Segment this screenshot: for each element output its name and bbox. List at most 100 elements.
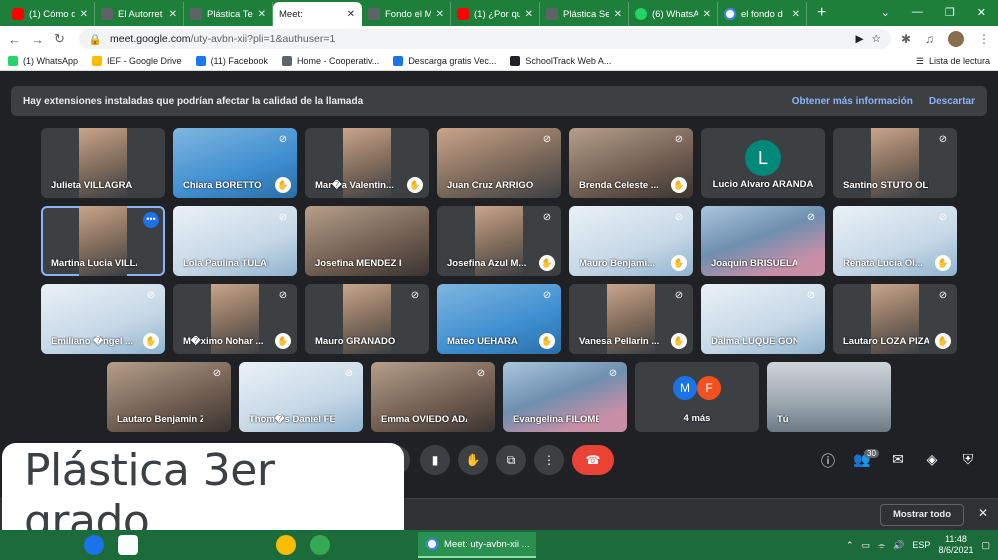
participant-avatar: L (745, 140, 781, 176)
browser-tab[interactable]: (1) Cómo d ✕ (6, 2, 95, 26)
participant-tile[interactable]: Juan Cruz ARRIGO... ⊘ (437, 128, 561, 198)
close-tab-icon[interactable]: ✕ (436, 9, 444, 20)
participant-tile[interactable]: Santino STUTO OLIVA ⊘ (833, 128, 957, 198)
participant-tile[interactable]: Lautaro Benjamin Z... ⊘ (107, 362, 231, 432)
activities-icon[interactable]: ◈ (922, 451, 942, 468)
leave-call-button[interactable]: ☎ (572, 445, 614, 475)
bookmark-item[interactable]: IEF - Google Drive (92, 56, 182, 66)
new-tab-button[interactable]: + (807, 4, 836, 26)
reload-icon[interactable]: ↻ (54, 31, 65, 47)
participant-tile[interactable]: Chiara BORETTO ⊘ ✋ (173, 128, 297, 198)
participant-tile[interactable]: Mauro GRANADO ⊘ (305, 284, 429, 354)
close-tab-icon[interactable]: ✕ (169, 9, 177, 20)
participant-tile[interactable]: Josefina MENDEZ R... (305, 206, 429, 276)
more-options-icon[interactable]: ••• (143, 212, 159, 228)
participant-tile[interactable]: Mauro Benjami... ⊘ ✋ (569, 206, 693, 276)
participant-tile[interactable]: Dalma LUQUE GON... ⊘ (701, 284, 825, 354)
dismiss-link[interactable]: Descartar (929, 96, 975, 107)
participant-name: Brenda Celeste ... (579, 180, 659, 191)
camera-permission-icon[interactable]: ▶ (855, 33, 863, 45)
participant-tile[interactable]: Thom�s Daniel FER... ⊘ (239, 362, 363, 432)
more-options-button[interactable]: ⋮ (534, 445, 564, 475)
browser-tab[interactable]: Plástica Se ✕ (540, 2, 629, 26)
learn-more-link[interactable]: Obtener más información (792, 96, 913, 107)
browser-tab[interactable]: (1) ¿Por qu ✕ (451, 2, 540, 26)
taskbar-app-icon[interactable] (84, 535, 104, 555)
participant-tile[interactable]: Martina Lucia VILLA... ••• (41, 206, 165, 276)
close-shelf-icon[interactable]: ✕ (978, 506, 988, 520)
participant-tile[interactable]: Emiliano �ngel ... ⊘ ✋ (41, 284, 165, 354)
reading-list-button[interactable]: ☰ Lista de lectura (916, 56, 990, 67)
participant-tile[interactable]: Tú (767, 362, 891, 432)
participant-tile[interactable]: Vanesa Pellarin ... ⊘ ✋ (569, 284, 693, 354)
battery-icon[interactable]: ▭ (861, 540, 870, 551)
participant-tile[interactable]: M�ximo Nohar ... ⊘ ✋ (173, 284, 297, 354)
chat-icon[interactable]: ✉ (888, 451, 908, 468)
volume-icon[interactable]: 🔊 (893, 540, 904, 551)
clock-time: 11:48 (945, 534, 967, 544)
participant-tile[interactable]: MF 4 más (635, 362, 759, 432)
close-window-icon[interactable]: ✕ (977, 6, 986, 19)
taskbar-app-icon[interactable] (118, 535, 138, 555)
restore-icon[interactable]: ❐ (945, 6, 955, 19)
bookmark-item[interactable]: Descarga gratis Vec... (393, 56, 496, 66)
participant-tile[interactable]: Emma OVIEDO ADA... ⊘ (371, 362, 495, 432)
people-button[interactable]: 👥 30 (852, 449, 879, 468)
profile-avatar[interactable] (948, 31, 964, 47)
media-control-icon[interactable]: ♫ (925, 32, 934, 46)
close-tab-icon[interactable]: ✕ (703, 9, 711, 20)
taskbar-task-meet[interactable]: Meet: uty-avbn-xii ... (418, 532, 536, 558)
present-button[interactable]: ⧉ (496, 445, 526, 475)
extensions-icon[interactable]: ✱ (901, 32, 911, 46)
bookmark-item[interactable]: (1) WhatsApp (8, 56, 78, 66)
close-tab-icon[interactable]: ✕ (258, 9, 266, 20)
bookmark-favicon-icon (281, 56, 292, 66)
taskbar-app-icon[interactable] (310, 535, 330, 555)
browser-tab[interactable]: (6) WhatsA ✕ (629, 2, 718, 26)
participant-tile[interactable]: Renata Lucia Ol... ⊘ ✋ (833, 206, 957, 276)
host-controls-icon[interactable]: ⛨ (958, 451, 978, 468)
raise-hand-button[interactable]: ✋ (458, 445, 488, 475)
bookmark-star-icon[interactable]: ☆ (872, 33, 881, 45)
participant-tile[interactable]: Julieta VILLAGRA (41, 128, 165, 198)
browser-tab[interactable]: Fondo el M ✕ (362, 2, 451, 26)
tab-search-icon[interactable]: ⌄ (881, 6, 890, 19)
bookmark-item[interactable]: (11) Facebook (195, 56, 268, 66)
participant-tile[interactable]: Lautaro LOZA PIZA... ⊘ ✋ (833, 284, 957, 354)
close-tab-icon[interactable]: ✕ (347, 9, 355, 20)
back-icon[interactable]: ← (8, 32, 21, 47)
whatsapp-icon (635, 8, 647, 20)
participant-tile[interactable]: Joaquin BRISUELA ... ⊘ (701, 206, 825, 276)
close-tab-icon[interactable]: ✕ (80, 9, 88, 20)
browser-tab[interactable]: Meet: ✕ (0, 2, 998, 530)
taskbar-app-icon[interactable] (276, 535, 296, 555)
clock[interactable]: 11:48 8/6/2021 (938, 534, 973, 556)
show-all-downloads-button[interactable]: Mostrar todo (879, 504, 964, 526)
browser-tab[interactable]: Plástica Te ✕ (184, 2, 273, 26)
participant-tile[interactable]: L Lucio Alvaro ARANDA (701, 128, 825, 198)
participant-tile[interactable]: Mar�a Valentin... ✋ (305, 128, 429, 198)
participant-tile[interactable]: Mateo UEHARA ⊘ ✋ (437, 284, 561, 354)
browser-tab[interactable]: El Autorret ✕ (95, 2, 184, 26)
browser-tab[interactable]: el fondo d ✕ (718, 2, 807, 26)
participant-tile[interactable]: Lola Paulina TULA E... ⊘ (173, 206, 297, 276)
network-icon[interactable]: ⌯ (878, 540, 885, 551)
camera-button[interactable]: ▮ (420, 445, 450, 475)
chevron-up-icon[interactable]: ⌃ (846, 540, 854, 551)
participant-tile[interactable]: Evangelina FILOME... ⊘ (503, 362, 627, 432)
close-tab-icon[interactable]: ✕ (792, 9, 800, 20)
participant-tile[interactable]: Josefina Azul M... ⊘ ✋ (437, 206, 561, 276)
minimize-icon[interactable]: — (912, 6, 923, 18)
address-bar[interactable]: 🔒 meet.google.com/uty-avbn-xii?pli=1&aut… (78, 29, 891, 49)
participant-tile[interactable]: Brenda Celeste ... ⊘ ✋ (569, 128, 693, 198)
notifications-icon[interactable]: ▢ (981, 540, 990, 551)
close-tab-icon[interactable]: ✕ (614, 9, 622, 20)
language-indicator[interactable]: ESP (912, 540, 930, 550)
participant-name: Josefina MENDEZ R... (315, 258, 401, 269)
bookmark-item[interactable]: SchoolTrack Web A... (510, 56, 611, 66)
bookmark-item[interactable]: Home - Cooperativ... (281, 56, 379, 66)
close-tab-icon[interactable]: ✕ (525, 9, 533, 20)
menu-kebab-icon[interactable]: ⋮ (978, 32, 990, 46)
forward-icon[interactable]: → (31, 32, 44, 47)
meeting-details-icon[interactable]: ⓘ (818, 451, 838, 471)
